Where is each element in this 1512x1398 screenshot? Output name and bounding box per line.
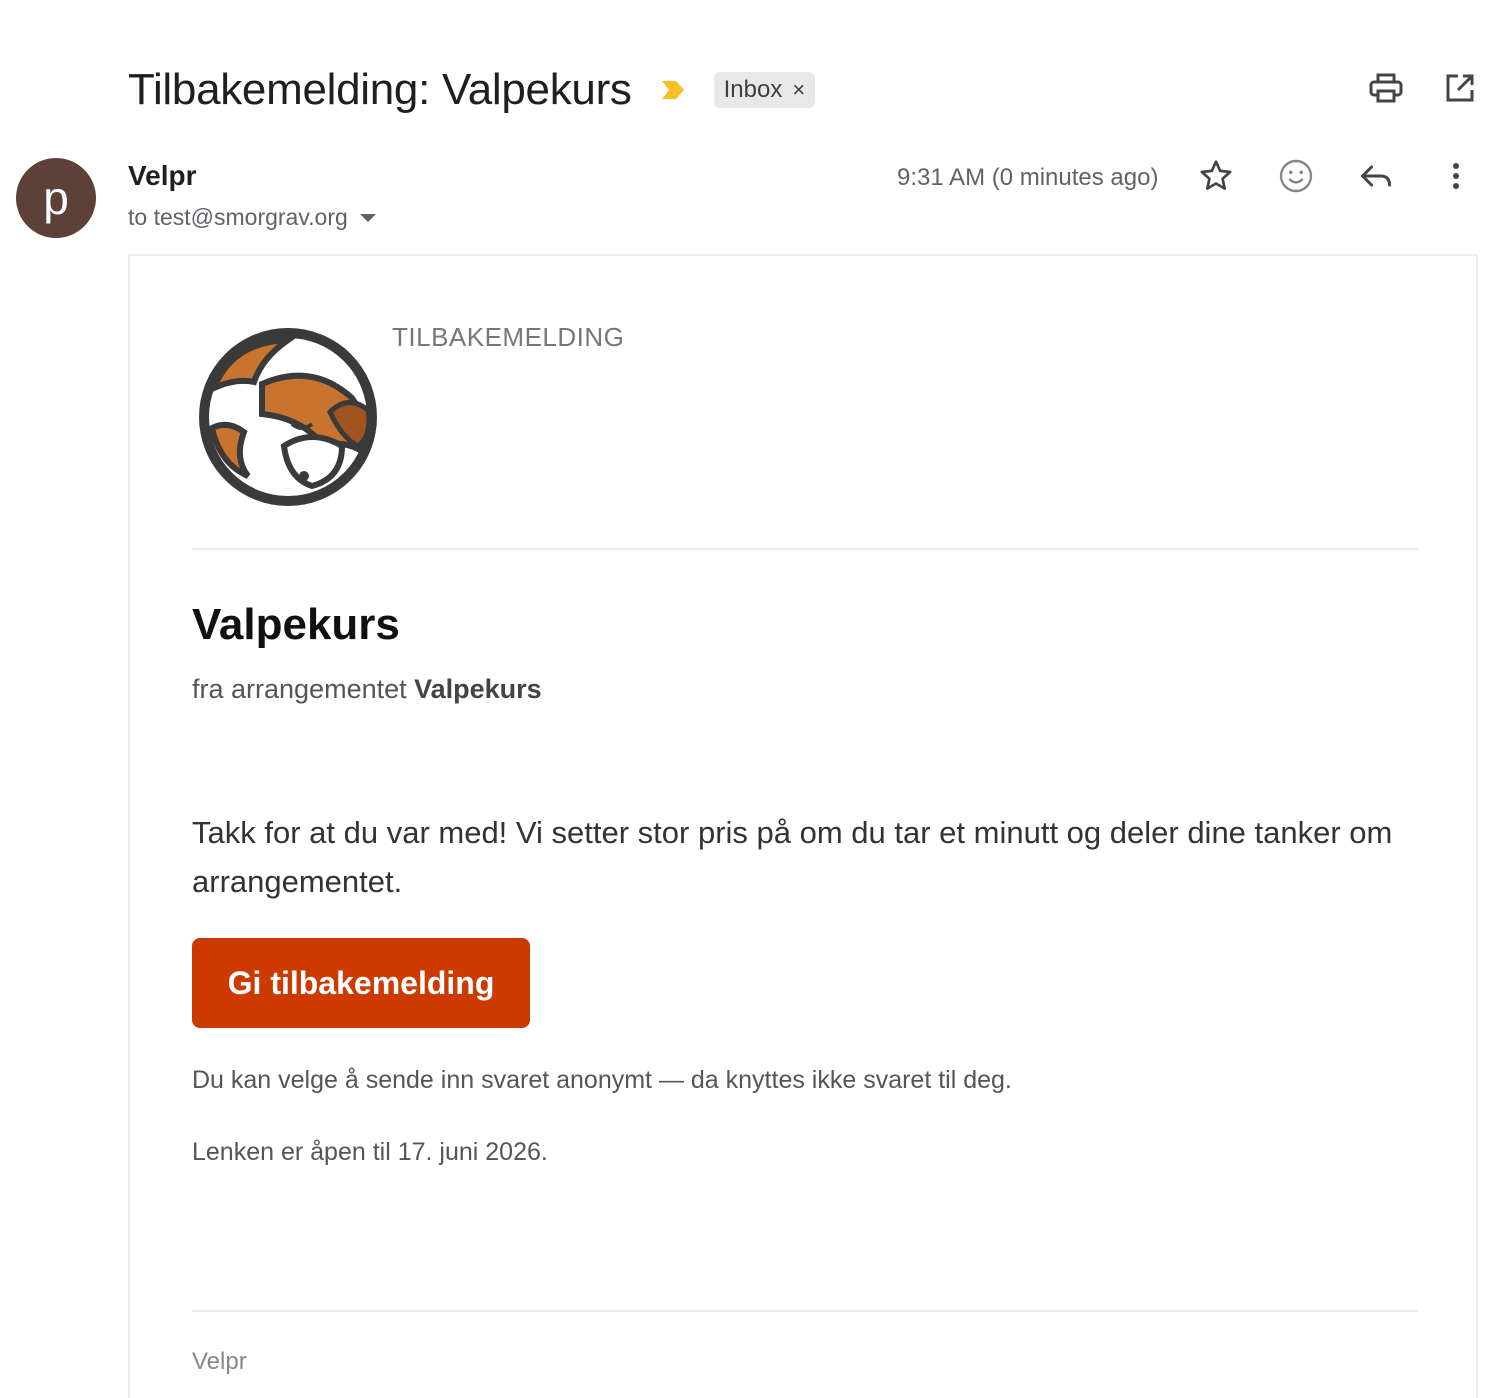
message-timestamp: 9:31 AM (0 minutes ago) [897,164,1159,191]
recipient-text: to test@smorgrav.org [128,204,348,230]
label-text: Inbox [723,76,783,103]
header-divider [192,548,1418,550]
email-footer: Velpr [192,1348,247,1375]
deadline-note: Lenken er åpen til 17. juni 2026. [192,1138,548,1166]
email-eyebrow: TILBAKEMELDING [392,322,625,352]
open-in-new-window-icon[interactable] [1442,70,1478,106]
sender-avatar[interactable]: p [16,158,96,238]
email-subject: Tilbakemelding: Valpekurs [128,65,632,114]
event-name: Valpekurs [414,674,542,704]
sender-name[interactable]: Velpr [128,160,196,192]
event-source-prefix: fra arrangementet [192,674,415,704]
emoji-reaction-icon[interactable] [1278,158,1314,194]
velpr-logo [192,328,388,506]
star-icon[interactable] [1198,158,1234,194]
print-icon[interactable] [1368,70,1404,106]
message-actions [1198,158,1474,194]
importance-marker-icon[interactable] [660,79,686,101]
subject-row: Tilbakemelding: Valpekurs Inbox × [128,62,816,118]
show-details-dropdown-icon[interactable] [359,213,376,222]
recipient-line: to test@smorgrav.org [128,204,376,231]
more-options-icon[interactable] [1438,158,1474,194]
email-body: TILBAKEMELDING Valpekurs fra arrangement… [128,254,1478,1398]
inbox-label-chip[interactable]: Inbox × [713,72,816,108]
event-title: Valpekurs [192,600,400,649]
reply-icon[interactable] [1358,158,1394,194]
intro-text: Takk for at du var med! Vi setter stor p… [192,815,1393,899]
thread-actions [1368,70,1478,106]
anonymous-note: Du kan velge å sende inn svaret anonymt … [192,1066,1012,1094]
remove-label-icon[interactable]: × [792,77,805,103]
event-source: fra arrangementet Valpekurs [192,674,542,705]
footer-divider [192,1310,1418,1312]
give-feedback-button[interactable]: Gi tilbakemelding [192,938,530,1028]
